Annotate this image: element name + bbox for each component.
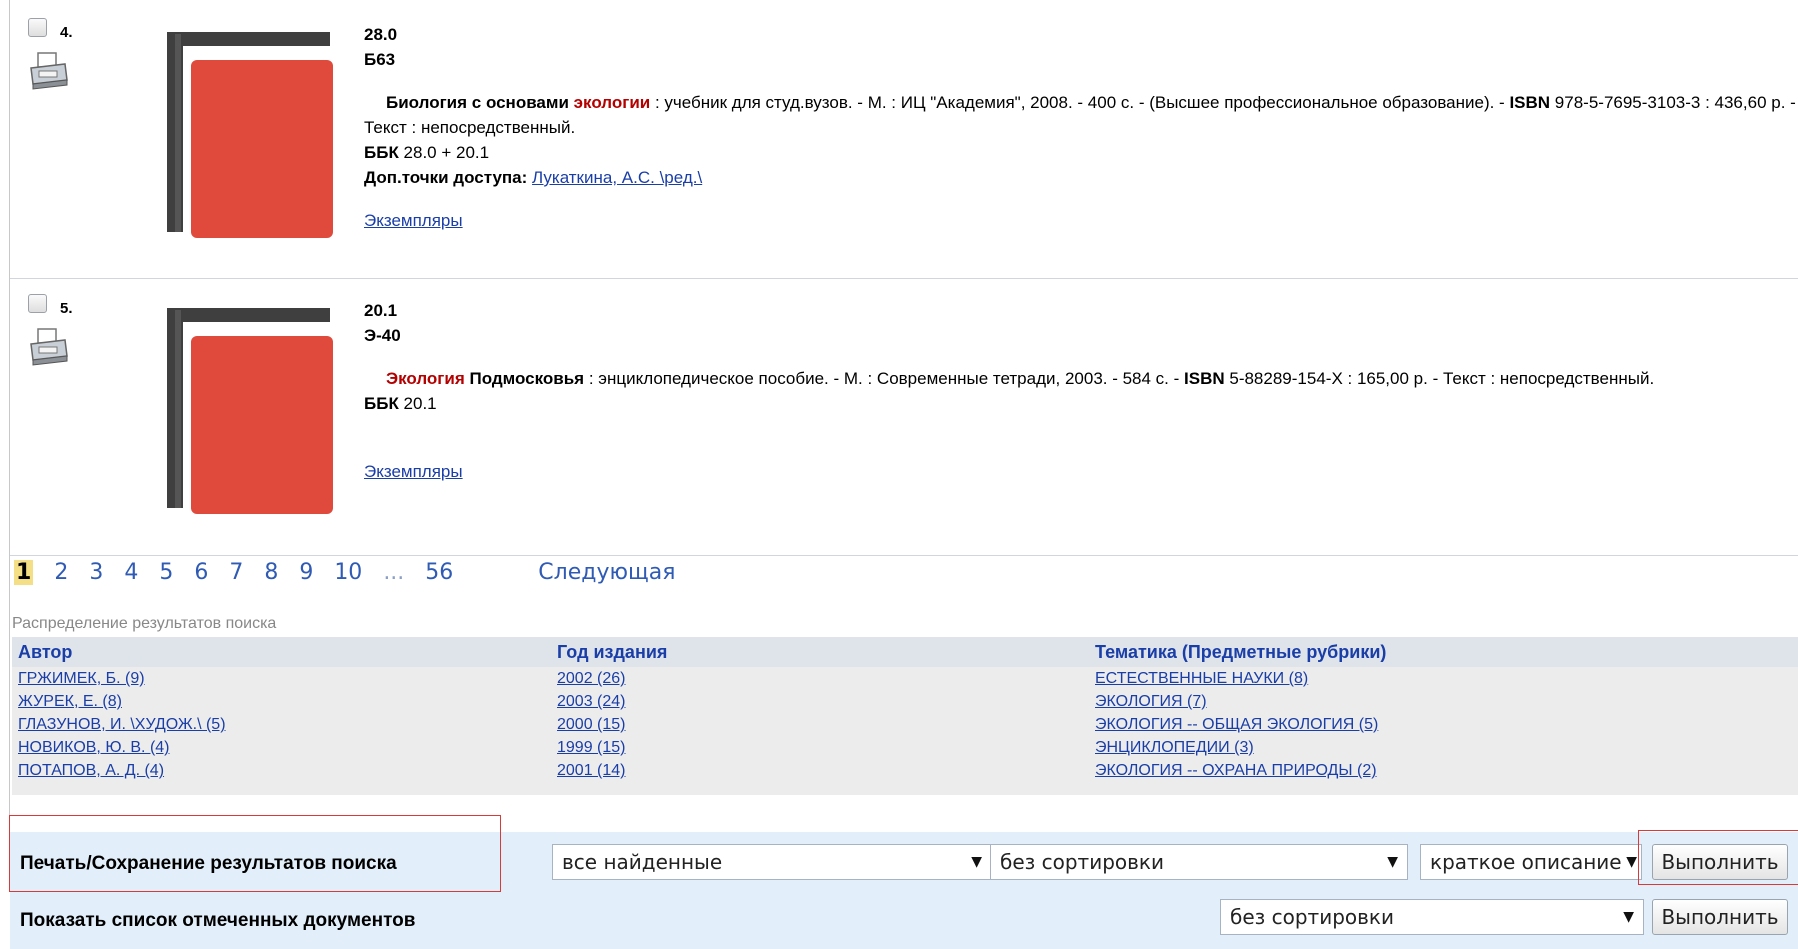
facet-header-author: Автор [18, 642, 73, 662]
facet-item[interactable]: 2000 (15) [557, 713, 667, 736]
access-label: Доп.точки доступа: [364, 168, 533, 187]
bbk-value: 28.0 + 20.1 [398, 143, 490, 162]
access-link[interactable]: Лукаткина, А.С. \ред.\ [532, 168, 702, 187]
book-cover-icon [167, 308, 333, 514]
page-link[interactable]: 5 [159, 560, 173, 585]
page-link[interactable]: 4 [124, 560, 138, 585]
page-current: 1 [14, 560, 34, 585]
page-link-last[interactable]: 56 [425, 560, 453, 585]
page-link[interactable]: 7 [229, 560, 243, 585]
record-info: 28.0 Б63 Биология с основами экологии : … [364, 22, 1798, 233]
facets-header-bar [12, 637, 1798, 667]
copies-link[interactable]: Экземпляры [364, 459, 463, 484]
dropdown-arrow-icon: ▼ [1387, 854, 1398, 870]
facet-column-subject: Тематика (Предметные рубрики) ЕСТЕСТВЕНН… [1095, 637, 1386, 782]
dropdown-arrow-icon: ▼ [971, 854, 982, 870]
facet-item[interactable]: ПОТАПОВ, А. Д. (4) [18, 759, 226, 782]
title-text: Подмосковья [464, 369, 585, 388]
page-ellipsis: ... [383, 560, 405, 585]
marked-docs-label: Показать список отмеченных документов [20, 910, 416, 931]
record-number: 5. [60, 300, 73, 317]
record-info: 20.1 Э-40 Экология Подмосковья : энцикло… [364, 298, 1798, 484]
facet-item[interactable]: ГРЖИМЕК, Б. (9) [18, 667, 226, 690]
scope-select[interactable]: все найденные ▼ [552, 844, 992, 880]
facet-item[interactable]: ЭКОЛОГИЯ -- ОХРАНА ПРИРОДЫ (2) [1095, 759, 1386, 782]
result-record: 5. 20.1 Э-40 Экология Подмосковья : энци… [10, 278, 1798, 554]
facet-item[interactable]: НОВИКОВ, Ю. В. (4) [18, 736, 226, 759]
facet-item[interactable]: ЭНЦИКЛОПЕДИИ (3) [1095, 736, 1386, 759]
facet-item[interactable]: ЕСТЕСТВЕННЫЕ НАУКИ (8) [1095, 667, 1386, 690]
book-cover-icon [167, 32, 333, 238]
isbn-text: 5-88289-154-X : 165,00 р. - Текст : непо… [1224, 369, 1655, 388]
title-text: Биология с основами [386, 93, 574, 112]
next-page-link[interactable]: Следующая [538, 560, 675, 585]
bbk-value: 20.1 [398, 394, 437, 413]
record-checkbox[interactable] [28, 18, 47, 37]
highlight-box-execute [1638, 830, 1798, 885]
bbk-line: ББК 20.1 [364, 391, 1798, 416]
format-select-value: краткое описание [1430, 850, 1622, 874]
facet-item[interactable]: ЖУРЕК, Е. (8) [18, 690, 226, 713]
sort-select-value: без сортировки [1000, 850, 1165, 874]
bbk-line: ББК 28.0 + 20.1 [364, 140, 1798, 165]
class-code: 28.0 [364, 25, 398, 44]
distribution-title: Распределение результатов поиска [12, 615, 277, 632]
record-number: 4. [60, 24, 73, 41]
marked-sort-select[interactable]: без сортировки ▼ [1220, 899, 1644, 935]
highlighted-term: Экология [386, 369, 465, 388]
result-record: 4. 28.0 Б63 Биология с основами экологии… [10, 2, 1798, 278]
highlighted-term: экологии [573, 93, 651, 112]
page-link[interactable]: 10 [334, 560, 362, 585]
facet-item[interactable]: ГЛАЗУНОВ, И. \ХУДОЖ.\ (5) [18, 713, 226, 736]
record-separator [10, 555, 1798, 556]
facet-header-subject: Тематика (Предметные рубрики) [1095, 642, 1387, 662]
description-text: : учебник для студ.вузов. - М. : ИЦ "Ака… [650, 93, 1510, 112]
page-link[interactable]: 6 [194, 560, 208, 585]
dropdown-arrow-icon: ▼ [1626, 854, 1637, 870]
format-select[interactable]: краткое описание ▼ [1420, 844, 1642, 880]
facet-column-author: Автор ГРЖИМЕК, Б. (9) ЖУРЕК, Е. (8) ГЛАЗ… [18, 637, 226, 782]
record-checkbox[interactable] [28, 294, 47, 313]
isbn-label: ISBN [1184, 369, 1225, 388]
author-mark: Э-40 [364, 326, 401, 345]
page-link[interactable]: 2 [54, 560, 68, 585]
execute-marked-button[interactable]: Выполнить [1652, 899, 1788, 935]
bibliographic-description: Биология с основами экологии : учебник д… [364, 90, 1798, 140]
page-link[interactable]: 3 [89, 560, 103, 585]
page-link[interactable]: 9 [299, 560, 313, 585]
author-mark: Б63 [364, 50, 396, 69]
facet-column-year: Год издания 2002 (26) 2003 (24) 2000 (15… [557, 637, 667, 782]
facet-item[interactable]: ЭКОЛОГИЯ (7) [1095, 690, 1386, 713]
facet-item[interactable]: 2003 (24) [557, 690, 667, 713]
copies-link[interactable]: Экземпляры [364, 208, 463, 233]
facet-item[interactable]: 1999 (15) [557, 736, 667, 759]
facet-item[interactable]: 2002 (26) [557, 667, 667, 690]
printer-icon[interactable] [27, 50, 69, 92]
bibliographic-description: Экология Подмосковья : энциклопедическое… [364, 366, 1798, 391]
description-text: : энциклопедическое пособие. - М. : Совр… [584, 369, 1185, 388]
facet-item[interactable]: ЭКОЛОГИЯ -- ОБЩАЯ ЭКОЛОГИЯ (5) [1095, 713, 1386, 736]
bbk-label: ББК [364, 394, 399, 413]
sort-select[interactable]: без сортировки ▼ [990, 844, 1408, 880]
facet-item[interactable]: 2001 (14) [557, 759, 667, 782]
page-link[interactable]: 8 [264, 560, 278, 585]
facet-header-year: Год издания [557, 642, 668, 662]
access-points: Доп.точки доступа: Лукаткина, А.С. \ред.… [364, 165, 1798, 190]
marked-sort-value: без сортировки [1230, 905, 1395, 929]
printer-icon[interactable] [27, 326, 69, 368]
class-code: 20.1 [364, 301, 398, 320]
pagination: 1 2 3 4 5 6 7 8 9 10 ... 56 Следующая [14, 560, 689, 585]
isbn-label: ISBN [1509, 93, 1551, 112]
bbk-label: ББК [364, 143, 399, 162]
dropdown-arrow-icon: ▼ [1623, 909, 1634, 925]
scope-select-value: все найденные [562, 850, 723, 874]
highlight-box-print-save [9, 815, 501, 892]
facets-panel: Автор ГРЖИМЕК, Б. (9) ЖУРЕК, Е. (8) ГЛАЗ… [12, 637, 1798, 795]
